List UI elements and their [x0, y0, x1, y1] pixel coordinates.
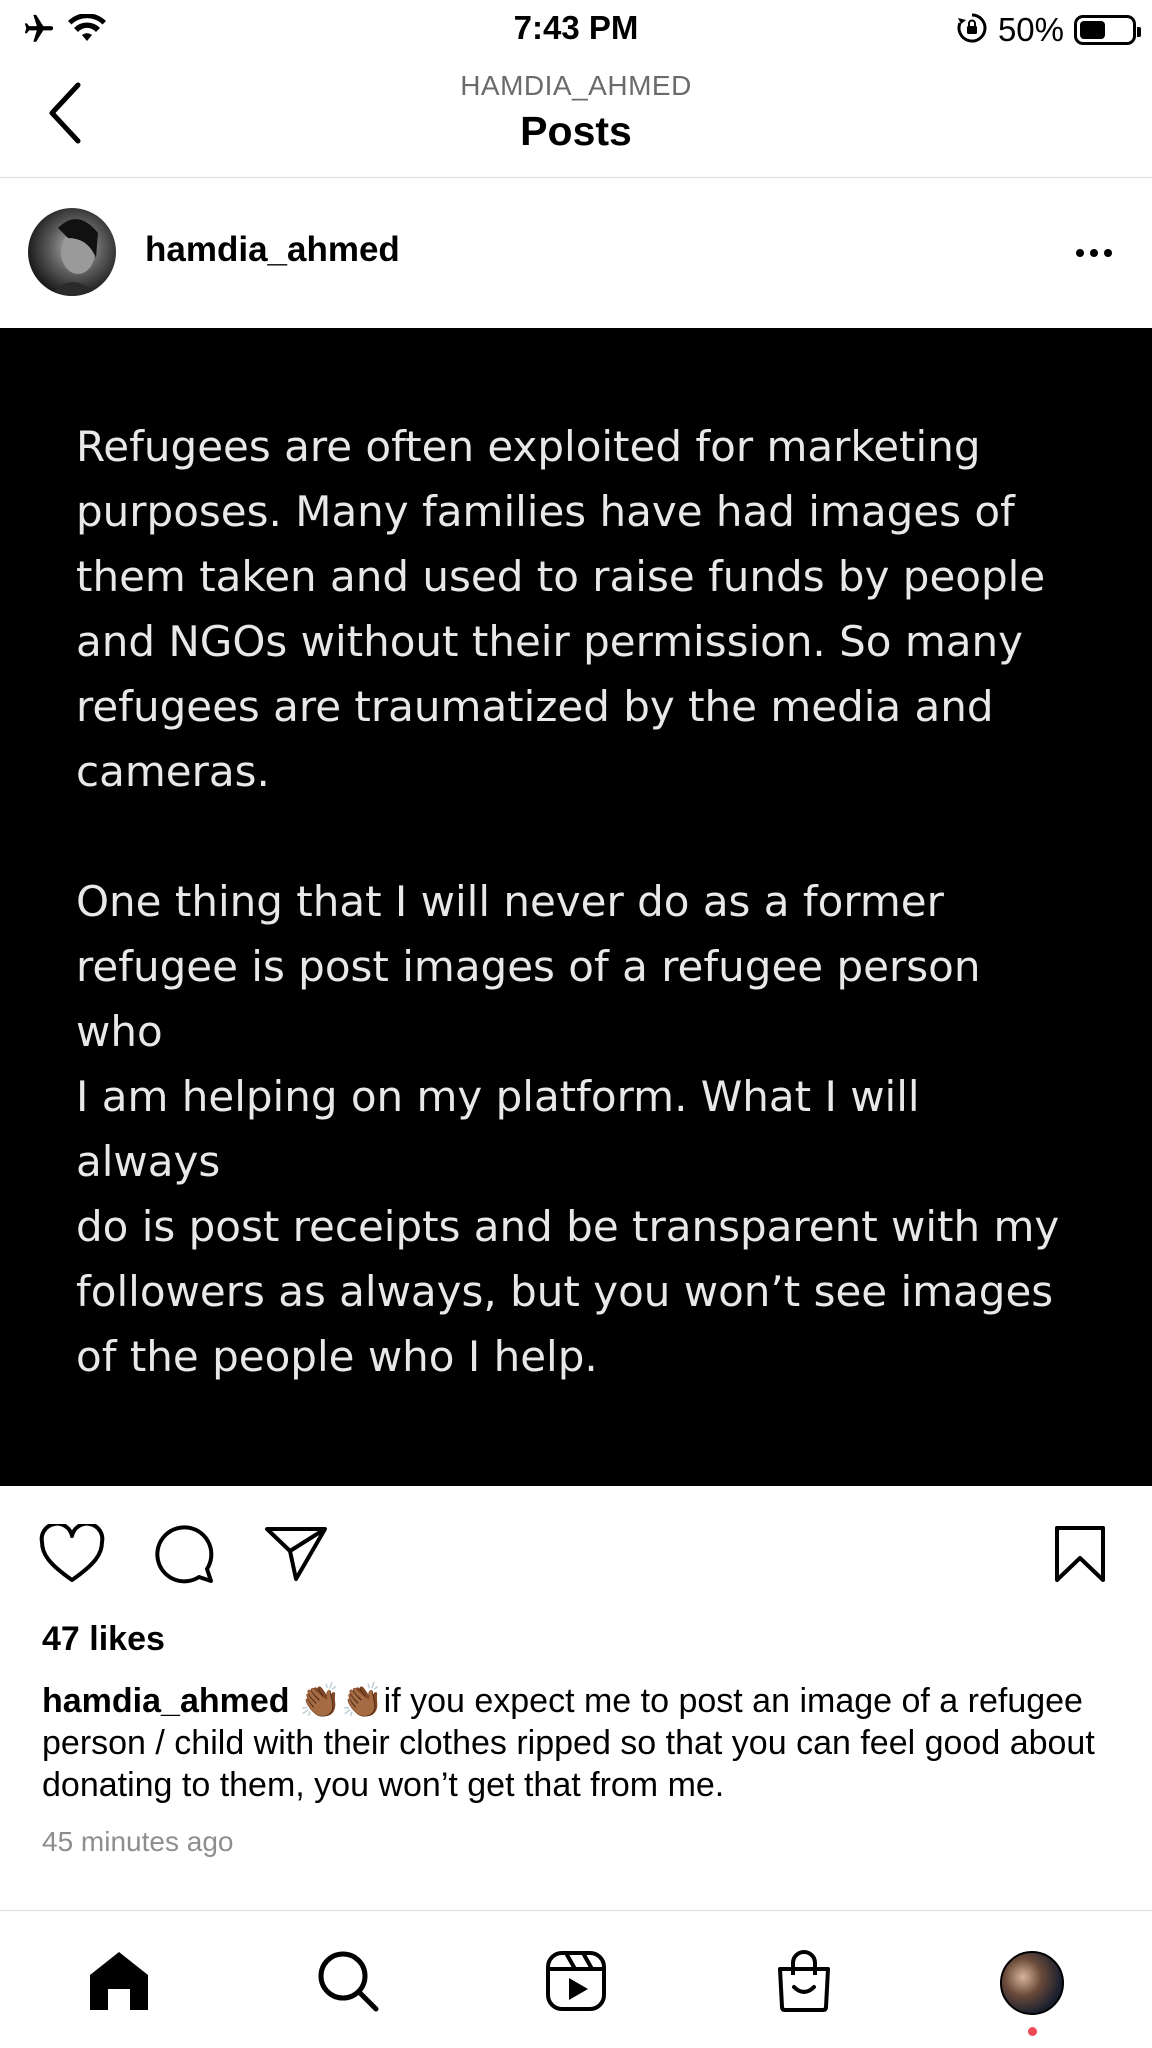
battery-fill: [1080, 21, 1105, 39]
tab-reels[interactable]: [538, 1945, 614, 2021]
page-title: Posts: [520, 108, 632, 154]
nav-header: HAMDIA_AHMED Posts: [0, 58, 1152, 178]
post-image-paragraph-1: Refugees are often exploited for marketi…: [76, 422, 1046, 796]
tab-profile[interactable]: [994, 1945, 1070, 2021]
caption-emoji: 👏🏾👏🏾: [298, 1682, 384, 1720]
battery-percent: 50%: [997, 11, 1064, 48]
tab-home[interactable]: [81, 1945, 157, 2021]
more-options-button[interactable]: [1064, 230, 1124, 276]
avatar[interactable]: [28, 208, 116, 296]
save-button[interactable]: [1042, 1518, 1118, 1594]
post-timestamp: 45 minutes ago: [42, 1826, 234, 1857]
heart-icon: [39, 1521, 105, 1589]
shop-icon: [774, 1949, 834, 2018]
status-bar: 7:43 PM 50%: [0, 0, 1152, 58]
caption-username[interactable]: hamdia_ahmed: [42, 1682, 290, 1720]
notification-dot: [1028, 2027, 1037, 2036]
post-username[interactable]: hamdia_ahmed: [145, 230, 400, 270]
post-actions: [0, 1486, 1152, 1622]
battery-icon: [1074, 15, 1141, 45]
post-image[interactable]: Refugees are often exploited for marketi…: [0, 328, 1152, 1486]
share-icon: [264, 1525, 328, 1588]
more-icon: [1076, 249, 1084, 257]
comment-button[interactable]: [146, 1518, 222, 1594]
post-header: hamdia_ahmed: [0, 178, 1152, 328]
post-image-text: Refugees are often exploited for marketi…: [76, 414, 1076, 1389]
profile-avatar: [1000, 1951, 1064, 2015]
status-right: 50%: [956, 11, 1141, 49]
bookmark-icon: [1053, 1524, 1107, 1589]
orientation-lock-icon: [956, 12, 988, 49]
like-button[interactable]: [34, 1518, 110, 1594]
comment-icon: [153, 1523, 215, 1590]
home-icon: [86, 1949, 152, 2018]
tab-search[interactable]: [310, 1945, 386, 2021]
post-image-paragraph-2: One thing that I will never do as a form…: [76, 877, 1060, 1381]
post-caption: hamdia_ahmed 👏🏾👏🏾if you expect me to pos…: [42, 1680, 1122, 1806]
tab-bar: [0, 1910, 1152, 2048]
tab-shop[interactable]: [766, 1945, 842, 2021]
search-icon: [316, 1949, 380, 2018]
share-button[interactable]: [258, 1518, 334, 1594]
profile-username-subtitle: HAMDIA_AHMED: [460, 70, 692, 101]
reels-icon: [545, 1950, 607, 2017]
likes-count[interactable]: 47 likes: [42, 1620, 165, 1659]
